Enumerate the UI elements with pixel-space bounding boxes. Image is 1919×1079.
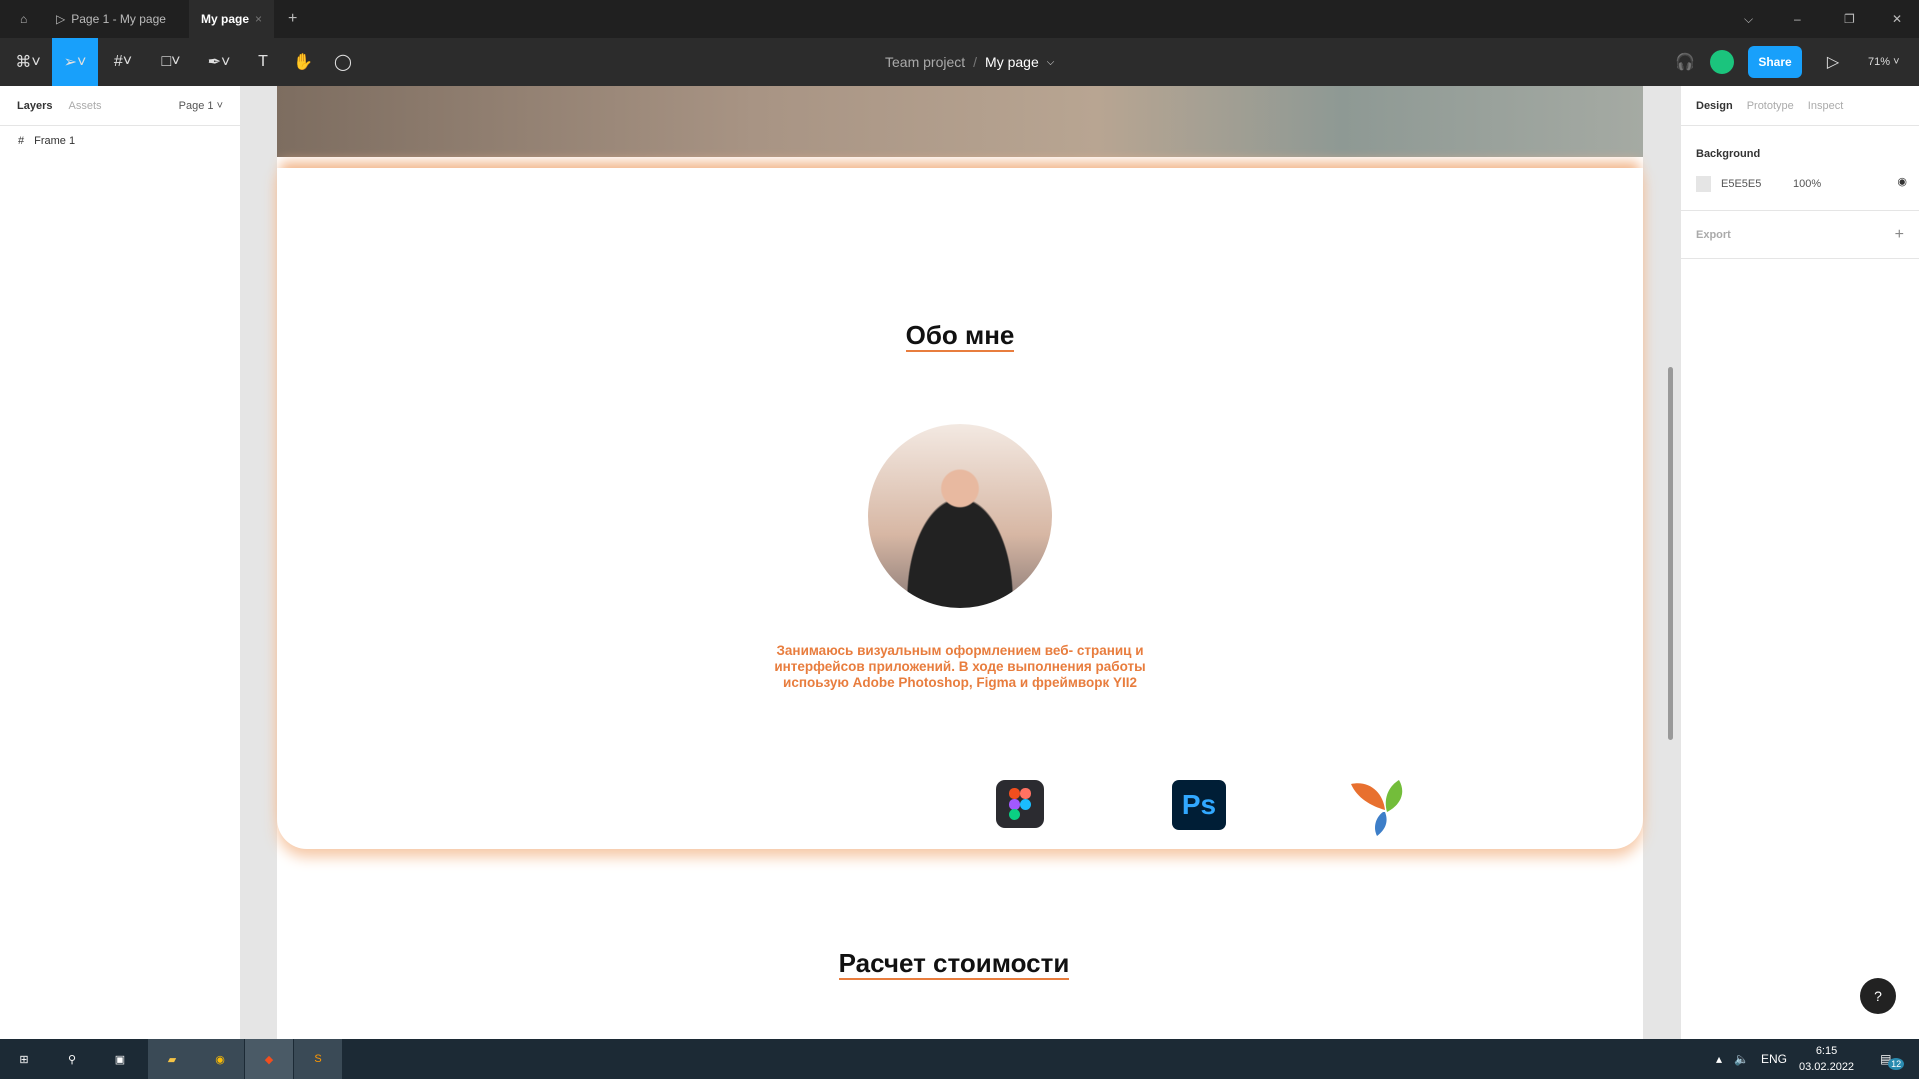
comment-icon: ◯ (334, 54, 352, 71)
chrome-app[interactable]: ◉ (196, 1039, 244, 1079)
tab-prototype[interactable]: ▷ Page 1 - My page (44, 0, 178, 38)
pricing-title: Расчет стоимости (838, 948, 1070, 980)
audio-button[interactable]: 🎧 (1662, 38, 1708, 86)
avatar[interactable] (1710, 50, 1734, 74)
yii-logo-icon (1351, 780, 1403, 836)
headphones-icon: 🎧 (1675, 54, 1695, 71)
figma-icon: ◆ (264, 1053, 274, 1066)
rectangle-icon: □˅ (161, 53, 181, 70)
layer-item[interactable]: # Frame 1 (0, 126, 240, 156)
tab-my-page[interactable]: My page × (189, 0, 275, 38)
figma-app[interactable]: ◆ (245, 1039, 293, 1079)
frame-icon: # (18, 135, 25, 147)
start-button[interactable]: ⊞ (0, 1039, 48, 1079)
task-view-icon: ▣ (114, 1053, 126, 1066)
page-name[interactable]: My page (985, 54, 1039, 70)
shape-tool[interactable]: □˅ (148, 38, 194, 86)
task-view-button[interactable]: ▣ (96, 1039, 144, 1079)
cursor-icon: ➢˅ (63, 54, 87, 71)
about-card: Обо мне Занимаюсь визуальным оформлением… (277, 168, 1643, 849)
page-selector[interactable]: Page 1 ˅ (179, 100, 223, 112)
tab-layers[interactable]: Layers (17, 100, 52, 112)
share-button[interactable]: Share (1748, 46, 1802, 78)
canvas[interactable]: Обо мне Занимаюсь визуальным оформлением… (241, 86, 1680, 1039)
design-panel: Design Prototype Inspect Background E5E5… (1680, 86, 1919, 1039)
notifications-button[interactable]: ▤ 12 (1880, 1052, 1905, 1070)
color-swatch[interactable] (1696, 176, 1711, 192)
frame-1[interactable]: Обо мне Занимаюсь визуальным оформлением… (277, 86, 1643, 1039)
frame-icon: #˅ (113, 53, 133, 70)
frame-tool[interactable]: #˅ (100, 38, 146, 86)
bg-color-value[interactable]: E5E5E5 (1721, 178, 1761, 190)
text-icon: T (258, 53, 268, 70)
pen-tool[interactable]: ✒˅ (196, 38, 242, 86)
volume-icon[interactable]: 🔈 (1734, 1052, 1749, 1066)
export-label: Export (1696, 228, 1731, 241)
windows-icon: ⊞ (19, 1053, 29, 1066)
profile-photo (868, 424, 1052, 608)
restore-button[interactable]: ❐ (1832, 0, 1867, 38)
toolbar: ⌘˅ ➢˅ #˅ □˅ ✒˅ T ✋ ◯ Team project / My p… (0, 38, 1919, 86)
home-icon: ⌂ (20, 12, 28, 26)
bg-opacity-value[interactable]: 100% (1793, 178, 1821, 190)
about-title: Обо мне (905, 320, 1015, 352)
play-icon: ▷ (56, 12, 66, 26)
chrome-icon: ◉ (215, 1053, 225, 1066)
new-tab-button[interactable]: + (276, 0, 309, 38)
hand-icon: ✋ (293, 54, 313, 71)
chevron-down-icon[interactable]: ⌵ (1047, 57, 1055, 68)
clock[interactable]: 6:15 03.02.2022 (1799, 1043, 1854, 1075)
zoom-menu[interactable]: 71% ˅ (1868, 38, 1900, 86)
language-indicator[interactable]: ENG (1761, 1052, 1787, 1066)
dropdown-icon[interactable]: ⌵ (1732, 0, 1765, 38)
title-bar: ⌂ ▷ Page 1 - My page My page × + ⌵ – ❐ ✕ (0, 0, 1919, 38)
add-export-icon[interactable]: + (1895, 226, 1904, 244)
project-name[interactable]: Team project (885, 54, 965, 70)
tab-inspect[interactable]: Inspect (1808, 100, 1843, 112)
figma-logo-icon (996, 780, 1044, 828)
background-label: Background (1696, 148, 1761, 160)
hero-image (277, 86, 1643, 157)
folder-icon: ▰ (167, 1053, 177, 1066)
main-menu-button[interactable]: ⌘˅ (5, 38, 51, 86)
tray-expand-icon[interactable]: ▴ (1716, 1052, 1722, 1066)
sublime-app[interactable]: S (294, 1039, 342, 1079)
search-icon: ⚲ (67, 1053, 77, 1066)
figma-menu-icon: ⌘˅ (15, 54, 41, 71)
sublime-icon: S (314, 1053, 322, 1065)
search-button[interactable]: ⚲ (48, 1039, 96, 1079)
move-tool[interactable]: ➢˅ (52, 38, 98, 86)
help-button[interactable]: ? (1860, 978, 1896, 1014)
about-text: Занимаюсь визуальным оформлением веб- ст… (774, 643, 1146, 690)
taskbar: ⊞ ⚲ ▣ ▰ ◉ ◆ S ▴ 🔈 ENG 6:15 03.02.2022 ▤ 12 (0, 1039, 1919, 1079)
breadcrumb: Team project / My page ⌵ (885, 54, 1055, 70)
close-window-button[interactable]: ✕ (1880, 0, 1914, 38)
minimize-button[interactable]: – (1782, 0, 1813, 38)
explorer-app[interactable]: ▰ (148, 1039, 196, 1079)
photoshop-logo-icon: Ps (1172, 780, 1226, 830)
pen-icon: ✒˅ (207, 54, 231, 71)
comment-tool[interactable]: ◯ (320, 38, 366, 86)
canvas-scrollbar[interactable] (1668, 367, 1673, 740)
tab-prototype[interactable]: Prototype (1747, 100, 1794, 112)
home-button[interactable]: ⌂ (8, 0, 39, 38)
tab-design[interactable]: Design (1696, 100, 1733, 112)
present-button[interactable]: ▷ (1810, 38, 1856, 86)
eye-icon[interactable]: ◉ (1897, 175, 1907, 188)
tab-assets[interactable]: Assets (68, 100, 101, 112)
close-tab-icon[interactable]: × (255, 12, 262, 26)
play-icon: ▷ (1826, 54, 1840, 71)
layers-panel: Layers Assets Page 1 ˅ # Frame 1 (0, 86, 241, 1039)
